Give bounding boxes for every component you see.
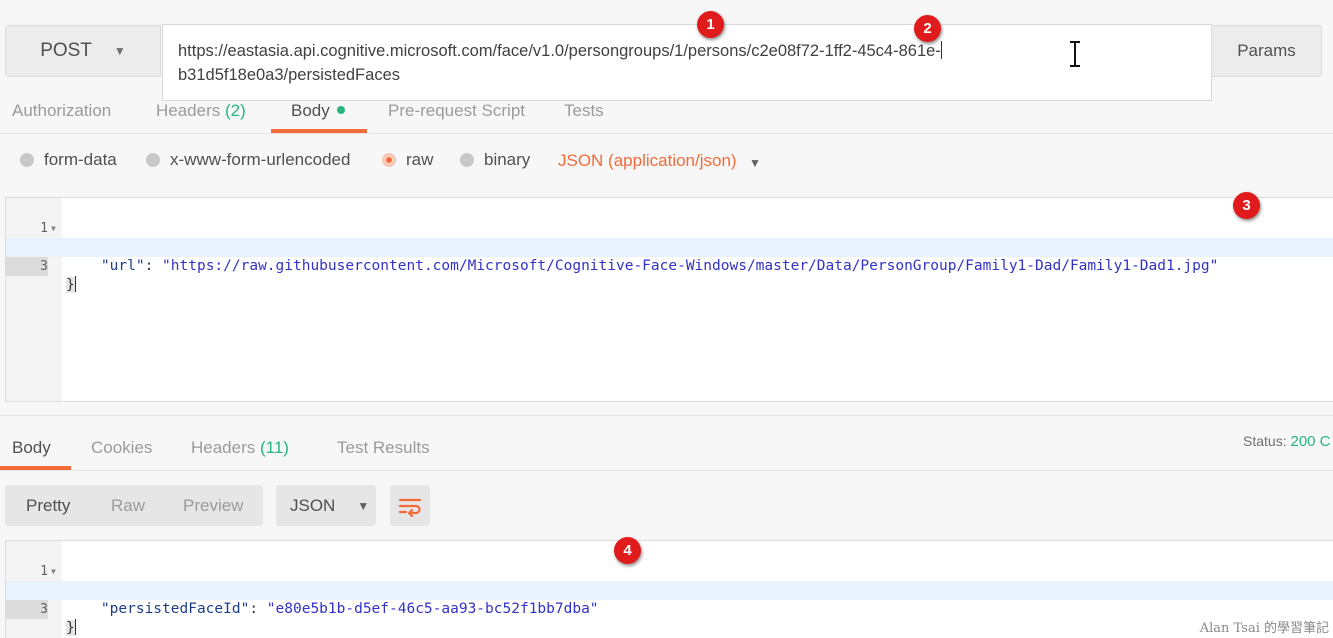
code-line: 2 "persistedFaceId": "e80e5b1b-d5ef-46c5… [40,583,599,617]
response-tab-headers[interactable]: Headers (11) [191,438,289,458]
url-input[interactable]: https://eastasia.api.cognitive.microsoft… [162,24,1212,101]
tab-body[interactable]: Body [291,101,345,121]
response-tab-test-results[interactable]: Test Results [337,438,430,458]
radio-icon [146,153,160,167]
radio-icon [460,153,474,167]
format-dropdown[interactable]: JSON ▼ [276,485,376,526]
method-dropdown[interactable]: POST ▼ [5,25,161,77]
chevron-down-icon: ▼ [113,44,126,58]
code-line: 2 "url": "https://raw.githubusercontent.… [40,240,1219,274]
content-type-dropdown[interactable]: JSON (application/json) [558,151,737,171]
chevron-down-icon: ▼ [357,498,370,513]
status-code: 200 C [1290,433,1331,450]
request-body-editor[interactable]: 1▼ { 2 "url": "https://raw.githubusercon… [5,197,1333,402]
code-line: 3 } [6,581,1333,636]
method-label: POST [40,40,92,61]
tab-tests[interactable]: Tests [564,101,604,121]
response-tab-cookies[interactable]: Cookies [91,438,152,458]
divider [0,415,1333,416]
tab-authorization[interactable]: Authorization [12,101,111,121]
headers-count: (11) [260,438,289,457]
radio-selected-icon [382,153,396,167]
wrap-lines-icon [398,498,422,517]
code-line: 3 } [6,238,1333,293]
response-body-viewer[interactable]: 1▼ { 2 "persistedFaceId": "e80e5b1b-d5ef… [5,540,1333,638]
wrap-lines-button[interactable] [390,485,430,526]
annotation-marker-4: 4 [614,537,641,564]
annotation-marker-1: 1 [697,11,724,38]
code-line: 1▼ { [6,200,1333,255]
annotation-marker-2: 2 [914,15,941,42]
tab-headers[interactable]: Headers (2) [156,101,246,121]
radio-form-data[interactable]: form-data [20,150,117,170]
watermark: Alan Tsai 的學習筆記 [1199,621,1329,636]
active-dot-icon [336,106,345,114]
view-raw-button[interactable]: Raw [111,485,145,526]
headers-count: (2) [225,101,246,120]
tab-pre-request-script[interactable]: Pre-request Script [388,101,525,121]
text-cursor-icon [1070,41,1080,67]
url-line-1: https://eastasia.api.cognitive.microsoft… [178,41,942,60]
url-line-2: b31d5f18e0a3/persistedFaces [178,66,400,84]
radio-x-www-form-urlencoded[interactable]: x-www-form-urlencoded [146,150,350,170]
view-preview-button[interactable]: Preview [183,485,243,526]
radio-binary[interactable]: binary [460,150,530,170]
divider [0,470,1333,471]
status-indicator: Status: 200 C [1243,433,1331,450]
params-button[interactable]: Params [1211,25,1322,77]
annotation-marker-3: 3 [1233,192,1260,219]
radio-icon [20,153,34,167]
chevron-down-icon[interactable]: ▼ [749,156,761,170]
code-line: 1▼ { [6,543,1333,598]
divider [0,133,1333,134]
response-tab-body[interactable]: Body [12,438,51,458]
view-pretty-button[interactable]: Pretty [26,485,70,526]
radio-raw[interactable]: raw [382,150,433,170]
